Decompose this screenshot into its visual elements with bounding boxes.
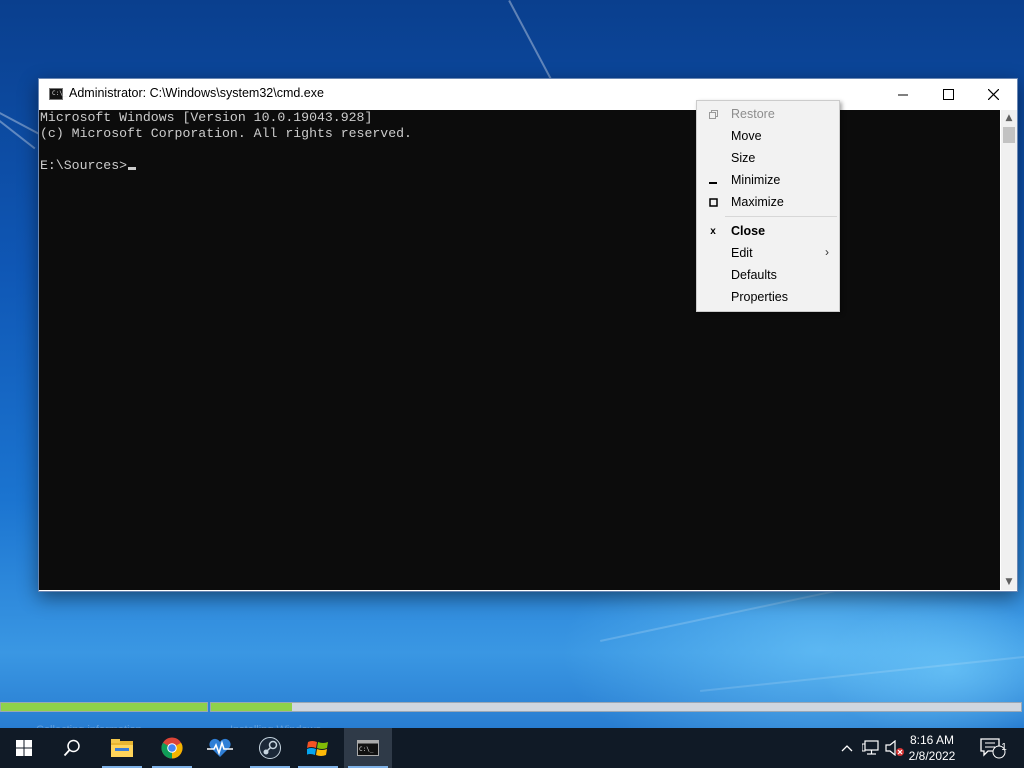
menu-item-minimize[interactable]: Minimize (697, 169, 839, 191)
scroll-down-arrow-icon[interactable]: ▼ (1001, 574, 1017, 590)
maximize-icon (705, 194, 721, 210)
action-center-button[interactable]: 1 (976, 728, 1010, 768)
console-output[interactable]: Microsoft Windows [Version 10.0.19043.92… (39, 110, 1000, 590)
menu-item-defaults[interactable]: Defaults (697, 264, 839, 286)
network-icon (862, 740, 879, 755)
notification-count-badge: 1 (1001, 742, 1007, 753)
taskbar-file-explorer[interactable] (98, 728, 146, 768)
progress-fill (211, 703, 292, 711)
menu-item-size[interactable]: Size (697, 147, 839, 169)
minimize-icon (705, 172, 721, 188)
menu-item-restore[interactable]: Restore (697, 103, 839, 125)
menu-item-properties[interactable]: Properties (697, 286, 839, 308)
search-button[interactable] (48, 728, 96, 768)
text-cursor (128, 167, 137, 170)
taskbar-chrome[interactable] (148, 728, 196, 768)
maximize-icon (942, 89, 954, 100)
menu-item-maximize[interactable]: Maximize (697, 191, 839, 213)
network-status-button[interactable] (860, 728, 882, 768)
scrollbar-thumb[interactable] (1003, 127, 1015, 143)
close-button[interactable] (970, 79, 1016, 110)
window-title: Administrator: C:\Windows\system32\cmd.e… (69, 86, 324, 100)
taskbar-steam[interactable] (246, 728, 294, 768)
minimize-button[interactable] (880, 79, 926, 110)
taskbar: C:\_ 8:16 AM 2/8/2022 1 (0, 728, 1024, 768)
menu-separator (725, 216, 837, 217)
chevron-right-icon: › (825, 245, 829, 259)
minimize-icon (898, 94, 908, 95)
clock-date: 2/8/2022 (908, 749, 956, 763)
file-explorer-icon (111, 739, 133, 757)
menu-item-edit[interactable]: Edit › (697, 242, 839, 264)
svg-text:C:\_: C:\_ (359, 746, 374, 753)
close-icon: x (710, 225, 716, 237)
start-icon (16, 740, 32, 756)
taskbar-clock[interactable]: 8:16 AM 2/8/2022 (902, 732, 962, 764)
cmd-icon: C:\_ (357, 740, 379, 756)
cmd-icon[interactable]: C:\_ (49, 88, 66, 100)
steam-icon (259, 737, 281, 759)
cmd-window[interactable]: C:\_ Administrator: C:\Windows\system32\… (38, 78, 1018, 592)
start-button[interactable] (0, 728, 48, 768)
setup-progress-bar-2 (210, 702, 1022, 712)
restore-icon (705, 106, 721, 122)
vertical-scrollbar[interactable]: ▲ ▼ (1001, 110, 1017, 590)
windows-setup-icon (307, 741, 328, 756)
taskbar-windows-setup[interactable] (294, 728, 342, 768)
close-icon (987, 89, 999, 100)
chevron-up-icon (841, 745, 853, 752)
taskbar-health-app[interactable] (196, 728, 244, 768)
show-hidden-icons-button[interactable] (838, 728, 856, 768)
console-prompt: E:\Sources> (40, 158, 128, 173)
console-line: Microsoft Windows [Version 10.0.19043.92… (40, 110, 373, 125)
console-line: (c) Microsoft Corporation. All rights re… (40, 126, 412, 141)
scroll-up-arrow-icon[interactable]: ▲ (1001, 110, 1017, 126)
menu-item-move[interactable]: Move (697, 125, 839, 147)
window-titlebar[interactable]: C:\_ Administrator: C:\Windows\system32\… (39, 79, 1017, 110)
health-icon (207, 738, 233, 757)
maximize-button[interactable] (925, 79, 971, 110)
window-system-menu: Restore Move Size Minimize Maximize x Cl… (696, 100, 840, 312)
menu-item-close[interactable]: x Close (697, 220, 839, 242)
clock-time: 8:16 AM (909, 733, 955, 747)
taskbar-cmd[interactable]: C:\_ (344, 728, 392, 768)
progress-fill (1, 703, 207, 711)
search-icon (63, 739, 80, 757)
setup-progress-bar-1 (0, 702, 208, 712)
console-prompt-line: E:\Sources> (40, 158, 137, 174)
chrome-icon (161, 737, 183, 759)
